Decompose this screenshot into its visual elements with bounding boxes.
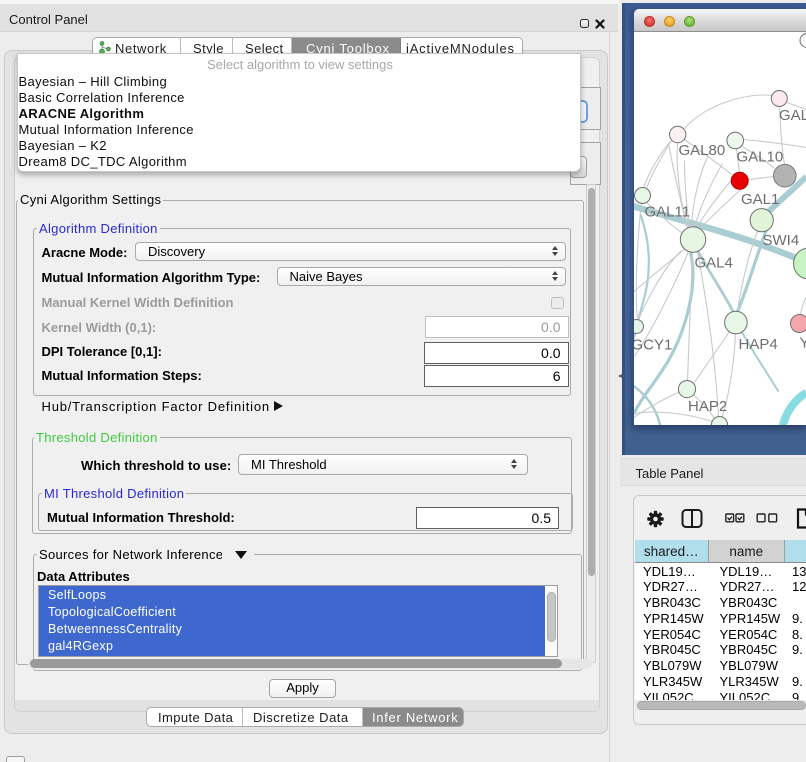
svg-text:GCY1: GCY1 <box>634 337 672 354</box>
svg-text:GAL80: GAL80 <box>679 142 726 159</box>
svg-text:GAL11: GAL11 <box>645 204 691 221</box>
svg-text:HAP4: HAP4 <box>739 336 778 353</box>
svg-text:GAL10: GAL10 <box>737 149 784 166</box>
svg-text:GAL1: GAL1 <box>741 191 779 208</box>
svg-text:GAL7: GAL7 <box>779 107 806 124</box>
svg-text:SWI4: SWI4 <box>763 232 800 249</box>
svg-text:GAL4: GAL4 <box>695 255 733 272</box>
svg-text:HAP2: HAP2 <box>688 398 727 415</box>
svg-text:Y: Y <box>800 335 806 352</box>
